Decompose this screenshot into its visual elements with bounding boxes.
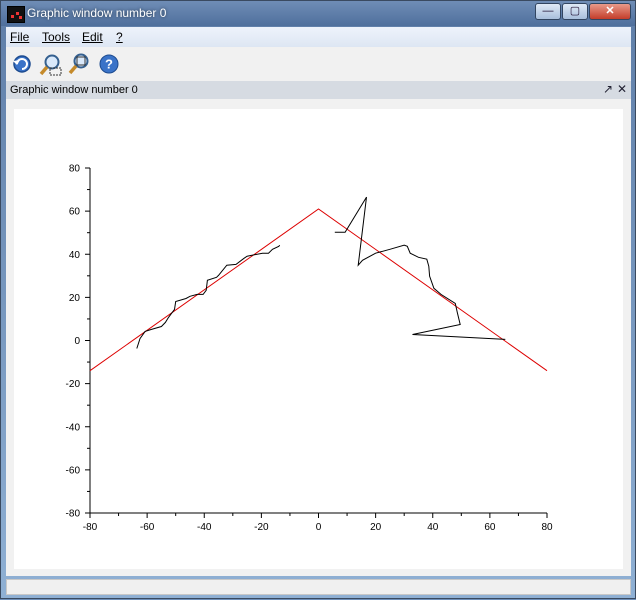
- help-button[interactable]: ?: [97, 52, 121, 76]
- help-icon: ?: [99, 54, 119, 74]
- menu-file[interactable]: File: [10, 30, 29, 44]
- window-controls: — ▢ ✕: [534, 3, 631, 20]
- zoom-button[interactable]: [39, 52, 63, 76]
- panel-close-button[interactable]: ✕: [617, 82, 627, 96]
- window-title: Graphic window number 0: [27, 6, 167, 20]
- rotate-button[interactable]: [10, 52, 34, 76]
- unzoom-icon: [68, 53, 89, 75]
- menu-help[interactable]: ?: [116, 30, 123, 44]
- minimize-button[interactable]: —: [535, 3, 561, 20]
- graphics-canvas[interactable]: [6, 99, 631, 576]
- undock-button[interactable]: ↗: [603, 82, 613, 96]
- close-button[interactable]: ✕: [589, 3, 631, 20]
- plot-background: [14, 109, 623, 569]
- unzoom-button[interactable]: [68, 52, 92, 76]
- rotate-icon: [13, 55, 31, 73]
- panel-header: Graphic window number 0 ↗ ✕: [6, 81, 631, 99]
- menu-bar: File Tools Edit ?: [6, 27, 631, 47]
- zoom-icon: [39, 54, 62, 76]
- graphic-window: Graphic window number 0 — ▢ ✕ File Tools…: [0, 0, 636, 599]
- menu-edit[interactable]: Edit: [82, 30, 103, 44]
- toolbar: ?: [6, 47, 631, 82]
- title-bar[interactable]: Graphic window number 0 — ▢ ✕: [1, 1, 635, 26]
- scilab-app-icon: [7, 6, 25, 23]
- svg-text:?: ?: [105, 57, 113, 72]
- maximize-button[interactable]: ▢: [562, 3, 588, 20]
- menu-tools[interactable]: Tools: [42, 30, 70, 44]
- status-bar: [6, 579, 631, 595]
- panel-title: Graphic window number 0: [10, 84, 138, 96]
